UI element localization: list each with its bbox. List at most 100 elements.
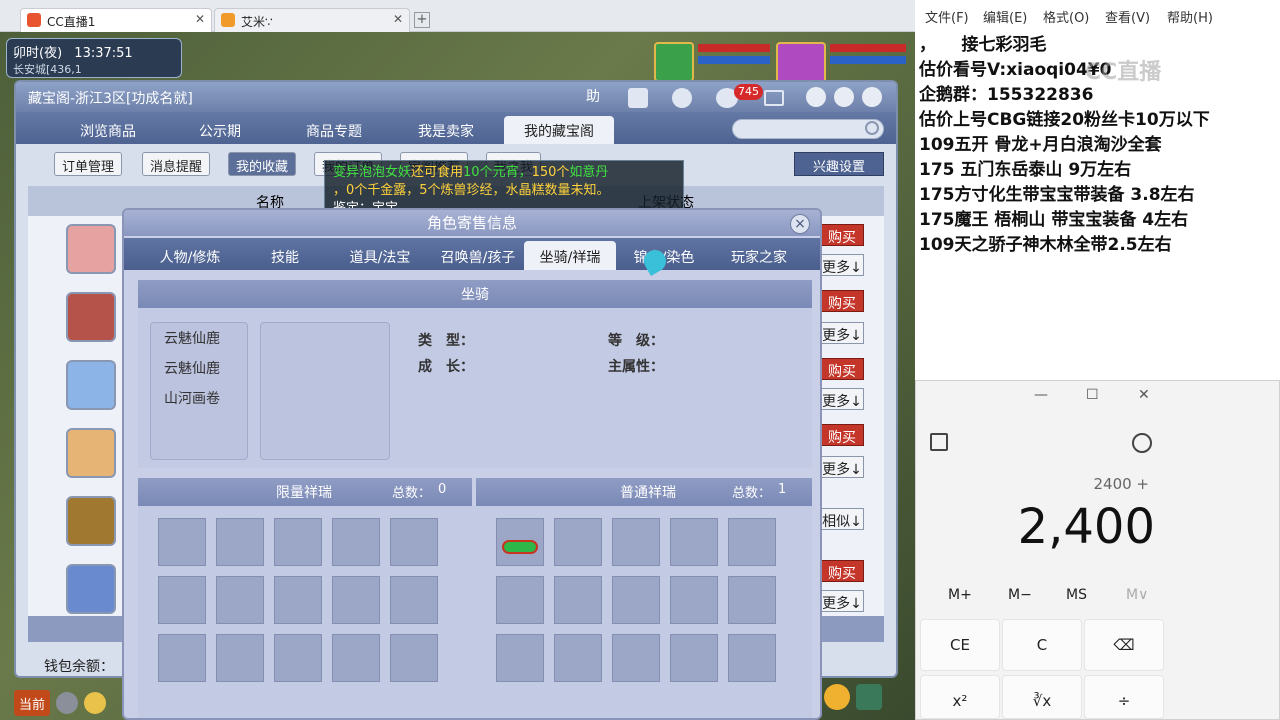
menu-file[interactable]: 文件(F) [925, 7, 969, 26]
memory-list-button[interactable]: M∨ [1126, 587, 1148, 603]
memory-subtract-button[interactable]: M− [1008, 587, 1032, 603]
note-line[interactable]: 估价上号CBG链接20粉丝卡10万以下 [919, 105, 1210, 130]
nav-browse[interactable]: 浏览商品 [56, 116, 160, 144]
tab-skills[interactable]: 技能 [248, 241, 322, 270]
item-slot[interactable] [612, 518, 660, 566]
item-slot[interactable] [332, 576, 380, 624]
item-slot[interactable] [274, 576, 322, 624]
note-line[interactable]: 175方寸化生带宝宝带装备 3.8左右 [919, 180, 1195, 205]
tab-character[interactable]: 人物/修炼 [138, 241, 242, 270]
item-slot[interactable] [332, 518, 380, 566]
search-icon[interactable] [865, 121, 879, 135]
dialog-close-button[interactable]: × [790, 214, 810, 234]
tab-pets[interactable]: 召唤兽/孩子 [430, 241, 526, 270]
microphone-icon[interactable] [56, 692, 78, 714]
item-slot[interactable] [554, 518, 602, 566]
message-remind-button[interactable]: 消息提醒 [142, 152, 211, 176]
emoji-icon[interactable] [84, 692, 106, 714]
more-button[interactable]: 更多↓ [820, 456, 864, 478]
item-slot[interactable] [158, 634, 206, 682]
item-slot[interactable] [216, 518, 264, 566]
tab-home[interactable]: 玩家之家 [714, 241, 804, 270]
clear-entry-button[interactable]: CE [920, 619, 1000, 671]
more-button[interactable]: 更多↓ [820, 388, 864, 410]
mount-item[interactable]: 云魅仙鹿 [164, 328, 220, 348]
item-slot[interactable] [670, 576, 718, 624]
rare-mount-item-icon[interactable] [502, 540, 538, 554]
menu-view[interactable]: 查看(V) [1105, 7, 1150, 26]
more-button[interactable]: 更多↓ [820, 254, 864, 276]
note-line[interactable]: 企鹅群：155322836 [919, 80, 1093, 105]
item-slot[interactable] [612, 634, 660, 682]
item-slot[interactable] [274, 518, 322, 566]
buy-button[interactable]: 购买 [820, 560, 864, 582]
buy-button[interactable]: 购买 [820, 358, 864, 380]
backspace-button[interactable]: ⌫ [1084, 619, 1164, 671]
item-slot[interactable] [554, 576, 602, 624]
item-slot[interactable] [390, 634, 438, 682]
more-button[interactable]: 更多↓ [820, 590, 864, 612]
item-slot[interactable] [554, 634, 602, 682]
item-slot[interactable] [332, 634, 380, 682]
note-line[interactable]: 估价看号V:xiaoqi04¥0 [919, 55, 1111, 80]
smile-icon[interactable] [824, 684, 850, 710]
character-avatar[interactable] [66, 224, 116, 274]
memory-store-button[interactable]: MS [1066, 587, 1087, 603]
browser-tab-cc[interactable]: CC直播1 ✕ [20, 8, 212, 32]
item-slot[interactable] [670, 634, 718, 682]
pet-portrait-icon[interactable] [654, 42, 694, 82]
item-slot[interactable] [390, 518, 438, 566]
character-avatar[interactable] [66, 428, 116, 478]
note-line[interactable]: 175 五门东岳泰山 9万左右 [919, 155, 1131, 180]
square-button[interactable]: x² [920, 675, 1000, 719]
stop-icon[interactable] [672, 88, 692, 108]
item-slot[interactable] [216, 576, 264, 624]
interest-settings-button[interactable]: 兴趣设置 [794, 152, 884, 176]
tab-items[interactable]: 道具/法宝 [330, 241, 430, 270]
mount-item[interactable]: 山河画卷 [164, 388, 220, 408]
character-avatar[interactable] [66, 292, 116, 342]
nav-topics[interactable]: 商品专题 [282, 116, 386, 144]
note-line[interactable]: 109五开 骨龙+月白浪淘沙全套 [919, 130, 1162, 155]
clear-button[interactable]: C [1002, 619, 1082, 671]
nav-seller[interactable]: 我是卖家 [394, 116, 498, 144]
nav-my-pavilion[interactable]: 我的藏宝阁 [504, 116, 614, 144]
memory-add-button[interactable]: M+ [948, 587, 972, 603]
keep-on-top-icon[interactable] [930, 433, 948, 451]
item-slot[interactable] [158, 576, 206, 624]
nav-public[interactable]: 公示期 [172, 116, 268, 144]
more-button[interactable]: 更多↓ [820, 322, 864, 344]
tab-mounts[interactable]: 坐骑/祥瑞 [524, 241, 616, 270]
item-slot[interactable] [216, 634, 264, 682]
character-avatar[interactable] [66, 360, 116, 410]
cart-icon[interactable] [764, 90, 784, 106]
item-slot[interactable] [728, 518, 776, 566]
browser-tab-aimi[interactable]: 艾米∵ ✕ [214, 8, 410, 32]
my-favorites-button[interactable]: 我的收藏 [228, 152, 297, 176]
minimize-button[interactable]: — [1034, 387, 1048, 403]
item-slot[interactable] [390, 576, 438, 624]
item-avatar[interactable] [66, 564, 116, 614]
item-slot[interactable] [496, 634, 544, 682]
note-line[interactable]: 109天之骄子神木林全带2.5左右 [919, 230, 1172, 255]
maximize-button[interactable]: ☐ [1086, 387, 1099, 403]
close-tab-icon[interactable]: ✕ [195, 12, 205, 26]
menu-help[interactable]: 帮助(H) [1167, 7, 1213, 26]
channel-current-button[interactable]: 当前 [14, 690, 50, 716]
item-slot[interactable] [670, 518, 718, 566]
search-input[interactable] [732, 119, 884, 139]
note-line[interactable]: 175魔王 梧桐山 带宝宝装备 4左右 [919, 205, 1188, 230]
help-icon[interactable]: 助 [586, 86, 608, 108]
menu-edit[interactable]: 编辑(E) [983, 7, 1027, 26]
item-slot[interactable] [274, 634, 322, 682]
cube-root-button[interactable]: ∛x [1002, 675, 1082, 719]
new-tab-button[interactable]: + [414, 12, 430, 28]
order-manage-button[interactable]: 订单管理 [54, 152, 123, 176]
mount-item[interactable]: 云魅仙鹿 [164, 358, 220, 378]
item-slot[interactable] [728, 576, 776, 624]
buy-button[interactable]: 购买 [820, 424, 864, 446]
buy-button[interactable]: 购买 [820, 290, 864, 312]
minimize-icon[interactable] [806, 87, 826, 107]
buy-button[interactable]: 购买 [820, 224, 864, 246]
item-slot[interactable] [496, 576, 544, 624]
